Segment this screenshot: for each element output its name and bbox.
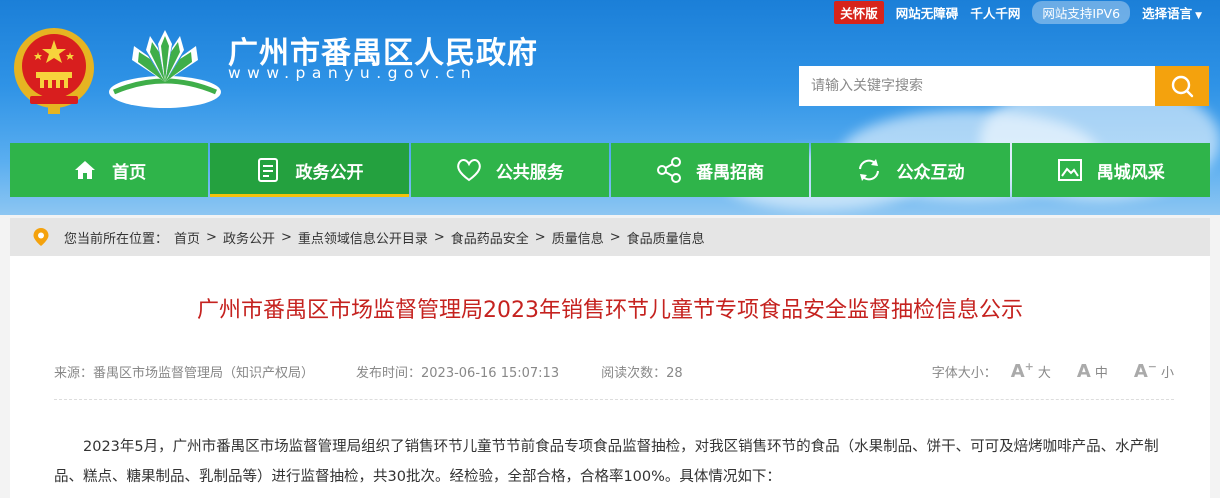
panyu-logo-icon [109,30,221,108]
thousand-link[interactable]: 千人千网 [970,3,1020,22]
location-pin-icon [33,228,49,246]
national-emblem-icon [14,28,94,114]
search-input[interactable] [799,66,1155,106]
breadcrumb-food-quality-info[interactable]: 食品质量信息 [627,228,705,247]
home-icon [72,157,98,183]
breadcrumb-separator: > [433,229,445,245]
nav-item-public-services[interactable]: 公共服务 [410,143,609,197]
font-size-medium-button[interactable]: A 中 [1077,361,1108,382]
breadcrumb-separator: > [609,229,621,245]
font-size-label: 字体大小： [931,365,997,381]
breadcrumb-separator: > [280,229,292,245]
font-medium-label: 中 [1094,365,1108,381]
nav-item-government-affairs[interactable]: 政务公开 [210,143,409,197]
nav-item-label: 公共服务 [495,162,564,183]
font-small-label: 小 [1160,366,1174,381]
accessibility-link[interactable]: 网站无障碍 [896,3,959,22]
breadcrumb-government-affairs[interactable]: 政务公开 [223,228,275,247]
font-increase-icon: A+ [1010,360,1034,382]
nav-item-investment[interactable]: 番禺招商 [610,143,810,197]
nav-item-interaction[interactable]: 公众互动 [811,143,1010,197]
article-container: 广州市番禺区市场监督管理局2023年销售环节儿童节专项食品安全监督抽检信息公示 … [10,256,1210,498]
article-source: 来源：番禺区市场监督管理局（知识产权局） [54,365,315,381]
font-decrease-icon: A− [1133,360,1157,382]
article-meta: 来源：番禺区市场监督管理局（知识产权局） 发布时间：2023-06-16 15:… [54,360,1174,382]
nav-item-label: 首页 [112,162,147,183]
main-nav: 首页 政务公开 公共服务 番禺招商 公众互动 禺城风采 [10,143,1210,197]
breadcrumb: 您当前所在位置： 首页 > 政务公开 > 重点领域信息公开目录 > 食品药品安全… [10,218,1210,256]
ipv6-badge: 网站支持IPV6 [1032,0,1131,24]
language-label: 选择语言 [1142,5,1193,21]
share-icon [656,157,682,183]
nav-item-city-style[interactable]: 禺城风采 [1011,143,1210,197]
nav-item-home[interactable]: 首页 [10,143,209,197]
breadcrumb-quality-info[interactable]: 质量信息 [552,228,604,247]
breadcrumb-separator: > [534,229,546,245]
article-title: 广州市番禺区市场监督管理局2023年销售环节儿童节专项食品安全监督抽检信息公示 [197,298,1023,323]
nav-item-label: 公众互动 [896,162,965,183]
site-url: www.panyu.gov.cn [228,64,478,82]
font-size-small-button[interactable]: A− 小 [1134,360,1174,382]
breadcrumb-key-areas[interactable]: 重点领域信息公开目录 [298,228,428,247]
font-size-controls: 字体大小： A+ 大 A 中 A− 小 [932,360,1174,382]
picture-icon [1057,157,1083,183]
article-views: 阅读次数：28 [601,365,683,381]
search-bar [799,66,1209,106]
article-publish-time: 发布时间：2023-06-16 15:07:13 [356,365,560,381]
breadcrumb-food-drug-safety[interactable]: 食品药品安全 [451,228,529,247]
nav-item-label: 政务公开 [295,162,364,183]
breadcrumb-prefix: 您当前所在位置： [64,231,169,247]
meta-divider [54,399,1174,400]
care-mode-button[interactable]: 关怀版 [834,0,884,24]
document-icon [255,157,281,183]
font-large-label: 大 [1037,366,1051,381]
breadcrumb-separator: > [206,229,217,245]
heart-icon [456,157,482,183]
chevron-down-icon: ▼ [1195,10,1202,21]
nav-item-label: 禺城风采 [1096,162,1165,183]
nav-item-label: 番禺招商 [696,162,765,183]
breadcrumb-home[interactable]: 首页 [174,228,200,247]
font-size-large-button[interactable]: A+ 大 [1011,360,1051,382]
top-links-bar: 关怀版 网站无障碍 千人千网 网站支持IPV6 选择语言 ▼ [834,0,1202,24]
article-paragraph: 2023年5月，广州市番禺区市场监督管理局组织了销售环节儿童节节前食品专项食品监… [54,439,1159,485]
font-normal-icon: A [1076,360,1091,382]
search-icon [1171,75,1194,98]
refresh-icon [856,157,882,183]
language-select[interactable]: 选择语言 ▼ [1142,3,1202,22]
search-button[interactable] [1155,66,1209,106]
